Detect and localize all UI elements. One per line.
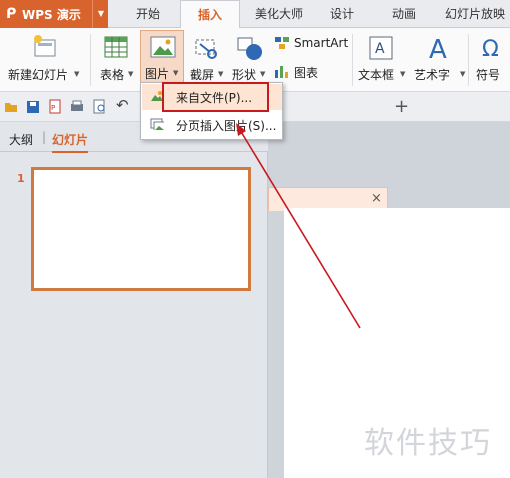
arrowhead-icon — [236, 123, 246, 136]
highlight-box — [162, 82, 269, 112]
annotation-arrow — [239, 129, 361, 329]
annotation-overlay — [162, 82, 361, 329]
